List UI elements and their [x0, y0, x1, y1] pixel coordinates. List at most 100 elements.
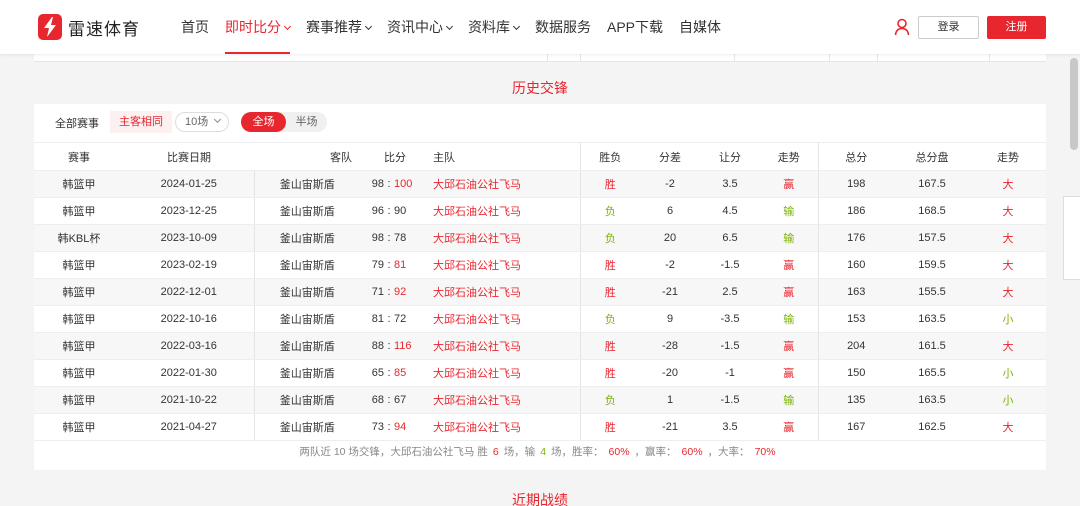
cell-trend: 输	[760, 305, 818, 333]
cell-handicap: 3.5	[700, 170, 760, 198]
top-header: 雷速体育 首页 即时比分 赛事推荐 资讯中心 资料库 数据服务 APP下载 自媒体 登录 注册	[0, 0, 1080, 54]
cell-ou-trend: 大	[970, 413, 1046, 441]
table-row[interactable]: 韩篮甲 2024-01-25 釜山宙斯盾 98:100 大邱石油公社飞马胜 -2 3.5 赢 1…	[34, 170, 1046, 198]
home-score: 94	[394, 421, 407, 433]
nav-item-6[interactable]: APP下载	[599, 0, 671, 54]
cell-handicap: -3.5	[700, 305, 760, 333]
nav-item-0[interactable]: 首页	[173, 0, 217, 54]
away-score: 68	[371, 394, 384, 406]
cell-total: 160	[817, 251, 894, 279]
cell-ou-trend: 小	[970, 386, 1046, 414]
h2h-summary: 两队近 10 场交锋，大邱石油公社飞马 胜 6 场，输 4 场，胜率： 60% ，赢率： 60…	[34, 444, 1046, 459]
table-row[interactable]: 韩篮甲 2023-12-25 釜山宙斯盾 96:90 大邱石油公社飞马负 6 4.5 输 186…	[34, 197, 1046, 225]
cell-home-team[interactable]: 大邱石油公社飞马	[430, 413, 580, 441]
cell-total-line: 165.5	[894, 359, 970, 387]
cell-league: 韩篮甲	[34, 413, 124, 441]
away-score: 88	[371, 340, 384, 352]
cell-result: 胜	[579, 359, 640, 387]
nav-item-1[interactable]: 即时比分	[217, 0, 298, 54]
cell-away-team[interactable]: 釜山宙斯盾	[253, 332, 360, 360]
h2h-table: 赛事 比赛日期 客队 比分 主队 胜负 分差 让分 走势 总分 总分盘 走势 韩…	[34, 142, 1046, 441]
cell-total: 153	[817, 305, 894, 333]
score-separator: :	[387, 394, 391, 406]
summary-win-rate: 60%	[608, 446, 630, 458]
match-count-select[interactable]: 10场	[175, 112, 229, 132]
cell-ou-trend: 小	[970, 359, 1046, 387]
score-separator: :	[387, 286, 391, 298]
col-header-away: 客队	[254, 142, 360, 171]
nav-item-4[interactable]: 资料库	[460, 0, 527, 54]
col-header-ou-trend: 走势	[970, 142, 1046, 171]
cell-score: 79:81	[360, 251, 430, 279]
user-icon[interactable]	[894, 18, 910, 36]
nav-item-3[interactable]: 资讯中心	[379, 0, 460, 54]
table-row[interactable]: 韩篮甲 2022-10-16 釜山宙斯盾 81:72 大邱石油公社飞马负 9 -3.5 输 15…	[34, 305, 1046, 333]
cell-away-team[interactable]: 釜山宙斯盾	[253, 251, 360, 279]
cell-away-team[interactable]: 釜山宙斯盾	[253, 197, 360, 225]
cell-home-team[interactable]: 大邱石油公社飞马	[430, 224, 580, 252]
score-separator: :	[387, 367, 391, 379]
table-row[interactable]: 韩篮甲 2023-02-19 釜山宙斯盾 79:81 大邱石油公社飞马胜 -2 -1.5 赢 1…	[34, 251, 1046, 279]
nav-item-7[interactable]: 自媒体	[671, 0, 729, 54]
away-score: 79	[371, 259, 384, 271]
table-row[interactable]: 韩篮甲 2022-01-30 釜山宙斯盾 65:85 大邱石油公社飞马胜 -20 -1 赢 15…	[34, 359, 1046, 387]
match-count-value: 10场	[185, 116, 209, 128]
cell-home-team[interactable]: 大邱石油公社飞马	[430, 386, 580, 414]
toggle-half-game[interactable]: 半场	[286, 112, 327, 132]
cell-total-line: 163.5	[894, 386, 970, 414]
cell-away-team[interactable]: 釜山宙斯盾	[253, 278, 360, 306]
cell-date: 2023-12-25	[124, 197, 254, 225]
section-title-recent: 近期战绩	[512, 492, 568, 506]
cell-total-line: 157.5	[894, 224, 970, 252]
summary-losses: 4	[540, 446, 547, 458]
cell-trend: 输	[760, 224, 818, 252]
cell-total: 163	[817, 278, 894, 306]
cell-ou-trend: 大	[970, 251, 1046, 279]
away-score: 98	[371, 232, 384, 244]
table-row[interactable]: 韩篮甲 2022-12-01 釜山宙斯盾 71:92 大邱石油公社飞马胜 -21 2.5 赢 1…	[34, 278, 1046, 306]
side-float-tab[interactable]	[1063, 196, 1080, 280]
chevron-down-icon	[283, 22, 292, 31]
toggle-full-game[interactable]: 全场	[241, 112, 286, 132]
cell-trend: 赢	[760, 413, 818, 441]
cell-home-team[interactable]: 大邱石油公社飞马	[430, 332, 580, 360]
login-button[interactable]: 登录	[918, 16, 979, 39]
away-score: 96	[371, 205, 384, 217]
cell-score: 71:92	[360, 278, 430, 306]
cell-home-team[interactable]: 大邱石油公社飞马	[430, 251, 580, 279]
table-row[interactable]: 韩篮甲 2022-03-16 釜山宙斯盾 88:116 大邱石油公社飞马胜 -28 -1.5…	[34, 332, 1046, 360]
cell-home-team[interactable]: 大邱石油公社飞马	[430, 170, 580, 198]
cell-result: 负	[579, 197, 640, 225]
cell-home-team[interactable]: 大邱石油公社飞马	[430, 359, 580, 387]
cell-away-team[interactable]: 釜山宙斯盾	[253, 224, 360, 252]
cell-away-team[interactable]: 釜山宙斯盾	[253, 386, 360, 414]
cell-home-team[interactable]: 大邱石油公社飞马	[430, 197, 580, 225]
cell-result: 胜	[579, 251, 640, 279]
cell-handicap: 4.5	[700, 197, 760, 225]
nav-item-5[interactable]: 数据服务	[527, 0, 599, 54]
cell-home-team[interactable]: 大邱石油公社飞马	[430, 305, 580, 333]
cell-ou-trend: 大	[970, 170, 1046, 198]
brand-logo[interactable]: 雷速体育	[38, 13, 140, 41]
register-button[interactable]: 注册	[987, 16, 1046, 39]
summary-prefix: 两队近 10 场交锋，大邱石油公社飞马 胜	[299, 446, 488, 458]
cell-total-line: 163.5	[894, 305, 970, 333]
table-row[interactable]: 韩篮甲 2021-10-22 釜山宙斯盾 68:67 大邱石油公社飞马负 1 -1.5 输 13…	[34, 386, 1046, 414]
cell-away-team[interactable]: 釜山宙斯盾	[253, 305, 360, 333]
cell-date: 2022-10-16	[124, 305, 254, 333]
cell-away-team[interactable]: 釜山宙斯盾	[253, 170, 360, 198]
filter-all-competitions[interactable]: 全部赛事	[55, 115, 99, 131]
table-row[interactable]: 韩篮甲 2021-04-27 釜山宙斯盾 73:94 大邱石油公社飞马胜 -21 3.5 赢 1…	[34, 413, 1046, 441]
cell-away-team[interactable]: 釜山宙斯盾	[253, 359, 360, 387]
scrollbar-thumb[interactable]	[1070, 58, 1078, 150]
cell-trend: 赢	[760, 359, 818, 387]
filter-same-home-away[interactable]: 主客相同	[110, 111, 172, 133]
nav-item-2[interactable]: 赛事推荐	[298, 0, 379, 54]
summary-wins: 6	[492, 446, 499, 458]
cell-league: 韩篮甲	[34, 386, 124, 414]
cell-away-team[interactable]: 釜山宙斯盾	[253, 413, 360, 441]
chevron-down-icon	[512, 22, 521, 31]
cell-home-team[interactable]: 大邱石油公社飞马	[430, 278, 580, 306]
col-header-result: 胜负	[579, 142, 640, 171]
table-row[interactable]: 韩KBL杯 2023-10-09 釜山宙斯盾 98:78 大邱石油公社飞马负 20 6.5 输…	[34, 224, 1046, 252]
